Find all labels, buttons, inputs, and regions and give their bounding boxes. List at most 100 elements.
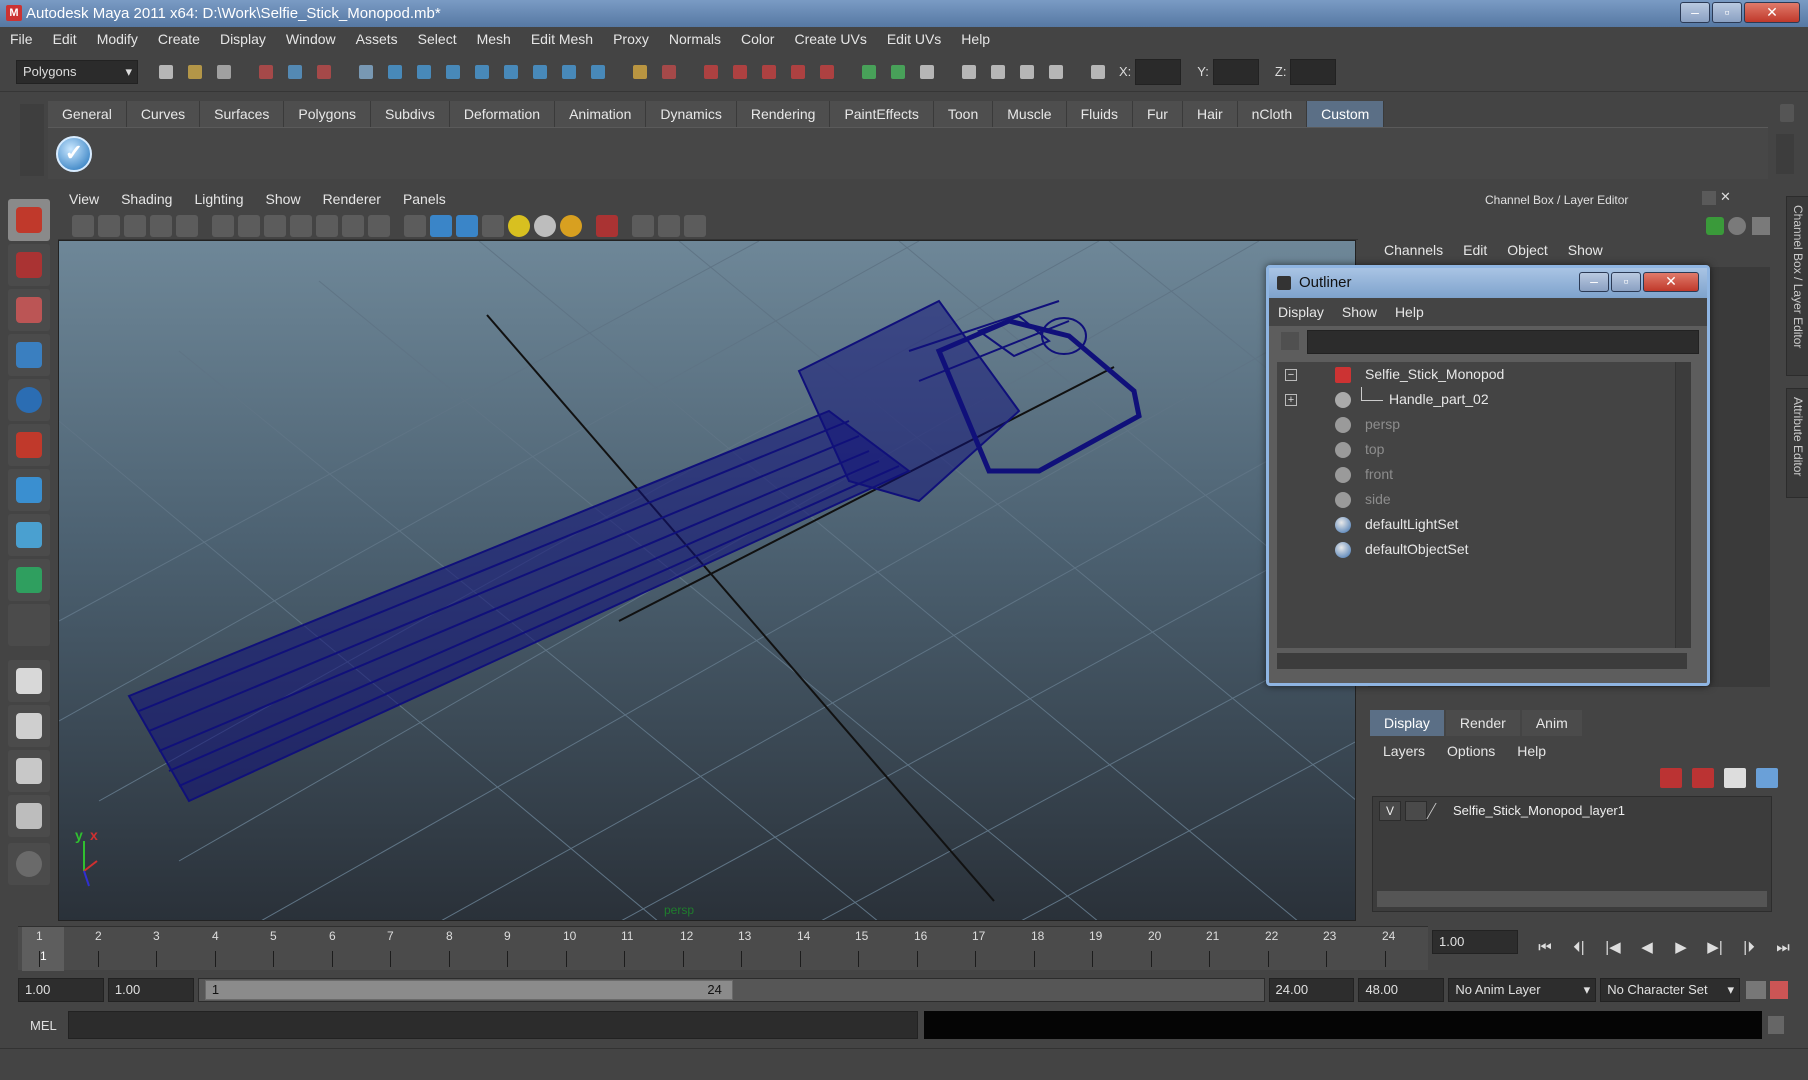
- mel-command-input[interactable]: [68, 1011, 918, 1039]
- tab-deformation[interactable]: Deformation: [449, 101, 556, 127]
- curves-mask-icon[interactable]: [441, 60, 465, 84]
- rotate-tool[interactable]: [8, 379, 50, 421]
- outliner-search-input[interactable]: [1307, 330, 1699, 354]
- render-settings-icon[interactable]: [1044, 60, 1068, 84]
- menu-normals[interactable]: Normals: [659, 27, 731, 52]
- transform-mode-icon[interactable]: [1086, 60, 1110, 84]
- construction-history-icon[interactable]: [915, 60, 939, 84]
- character-set-dropdown[interactable]: No Character Set ▾: [1600, 978, 1741, 1002]
- current-time-field[interactable]: 1.00: [1432, 930, 1518, 954]
- outliner-item[interactable]: − Selfie_Stick_Monopod: [1277, 362, 1687, 387]
- new-empty-layer-icon[interactable]: [1724, 768, 1746, 788]
- film-gate-icon[interactable]: [238, 214, 260, 237]
- snap-curve-icon[interactable]: [728, 60, 752, 84]
- side-tab-attribute-editor[interactable]: Attribute Editor: [1786, 388, 1808, 498]
- step-back-key-icon[interactable]: |◀: [1600, 935, 1626, 961]
- tab-muscle[interactable]: Muscle: [993, 101, 1067, 127]
- safe-action-icon[interactable]: [342, 214, 364, 237]
- outliner-vertical-scrollbar[interactable]: [1675, 362, 1691, 648]
- xray-icon[interactable]: [632, 214, 654, 237]
- maximize-button[interactable]: ▫: [1712, 2, 1742, 23]
- menu-mesh[interactable]: Mesh: [467, 27, 521, 52]
- wireframe-on-shaded-icon[interactable]: [456, 214, 478, 237]
- menu-proxy[interactable]: Proxy: [603, 27, 659, 52]
- time-slider[interactable]: 1 1 2 3 4 5 6 7 8 9 10 11 12 13 14 15 16 17 18 19 20 21 22 23 2…: [18, 926, 1428, 971]
- trash-icon[interactable]: [1780, 104, 1794, 122]
- layer-menu-help[interactable]: Help: [1506, 743, 1557, 759]
- attribute-editor-icon[interactable]: [1728, 217, 1746, 235]
- safe-title-icon[interactable]: [368, 214, 390, 237]
- tab-display-layers[interactable]: Display: [1370, 710, 1444, 736]
- tab-rendering[interactable]: Rendering: [736, 101, 831, 127]
- cb-menu-edit[interactable]: Edit: [1453, 242, 1497, 258]
- two-d-pan-zoom-icon[interactable]: [176, 214, 198, 237]
- play-forwards-icon[interactable]: ▶: [1668, 935, 1694, 961]
- shelf-options-menu[interactable]: [20, 104, 44, 176]
- step-forward-frame-icon[interactable]: |⏵: [1736, 935, 1762, 961]
- image-plane-icon[interactable]: [150, 214, 172, 237]
- snap-point-icon[interactable]: [757, 60, 781, 84]
- resolution-gate-icon[interactable]: [264, 214, 286, 237]
- smooth-shade-icon[interactable]: [430, 214, 452, 237]
- four-view-layout[interactable]: [8, 705, 50, 747]
- animation-preferences-icon[interactable]: [1770, 981, 1788, 999]
- new-layer-from-selected-icon[interactable]: [1756, 768, 1778, 788]
- menu-file[interactable]: File: [0, 27, 43, 52]
- go-to-end-icon[interactable]: ⏭: [1770, 935, 1796, 961]
- animation-end-field[interactable]: 48.00: [1358, 978, 1445, 1002]
- tab-polygons[interactable]: Polygons: [284, 101, 372, 127]
- joints-mask-icon[interactable]: [412, 60, 436, 84]
- menu-select[interactable]: Select: [408, 27, 467, 52]
- layer-menu-layers[interactable]: Layers: [1372, 743, 1436, 759]
- tab-dynamics[interactable]: Dynamics: [646, 101, 737, 127]
- scale-tool[interactable]: [8, 424, 50, 466]
- tab-curves[interactable]: Curves: [126, 101, 201, 127]
- deformations-mask-icon[interactable]: [499, 60, 523, 84]
- animation-start-field[interactable]: 1.00: [18, 978, 104, 1002]
- shelf-scrollbar[interactable]: [1776, 134, 1794, 174]
- viewport-menu-show[interactable]: Show: [255, 187, 312, 212]
- perspective-viewport[interactable]: y x persp: [58, 240, 1356, 921]
- menu-edit-mesh[interactable]: Edit Mesh: [521, 27, 603, 52]
- tab-painteffects[interactable]: PaintEffects: [830, 101, 934, 127]
- ipr-render-icon[interactable]: [1015, 60, 1039, 84]
- collapse-toggle[interactable]: −: [1285, 369, 1297, 381]
- command-language-label[interactable]: MEL: [18, 1018, 68, 1033]
- select-component-icon[interactable]: [312, 60, 336, 84]
- step-forward-key-icon[interactable]: ▶|: [1702, 935, 1728, 961]
- layer-display-type-toggle[interactable]: [1405, 801, 1427, 821]
- select-camera-icon[interactable]: [72, 214, 94, 237]
- anim-layer-dropdown[interactable]: No Anim Layer ▾: [1448, 978, 1597, 1002]
- tab-ncloth[interactable]: nCloth: [1237, 101, 1308, 127]
- close-panel-icon[interactable]: ✕: [1720, 190, 1734, 204]
- current-frame-marker[interactable]: 1: [22, 927, 64, 971]
- menu-assets[interactable]: Assets: [346, 27, 408, 52]
- shadows-icon[interactable]: [534, 214, 556, 237]
- render-current-frame-icon[interactable]: [986, 60, 1010, 84]
- soft-modification-tool[interactable]: [8, 514, 50, 556]
- menu-help[interactable]: Help: [951, 27, 1000, 52]
- auto-key-icon[interactable]: [1746, 981, 1766, 999]
- y-field[interactable]: [1212, 58, 1259, 85]
- menu-modify[interactable]: Modify: [87, 27, 148, 52]
- expand-toggle[interactable]: +: [1285, 394, 1297, 406]
- viewport-menu-lighting[interactable]: Lighting: [183, 187, 254, 212]
- grid-icon[interactable]: [212, 214, 234, 237]
- x-field[interactable]: [1135, 58, 1182, 85]
- persp-graph-layout[interactable]: [8, 795, 50, 837]
- outliner-item[interactable]: + Handle_part_02: [1277, 387, 1687, 412]
- channel-box-icon[interactable]: [1706, 217, 1724, 235]
- layer-horizontal-scrollbar[interactable]: [1377, 891, 1767, 907]
- cb-menu-show[interactable]: Show: [1558, 242, 1613, 258]
- layer-visibility-toggle[interactable]: V: [1379, 801, 1401, 821]
- side-tab-channel-box[interactable]: Channel Box / Layer Editor: [1786, 196, 1808, 376]
- move-layer-down-icon[interactable]: [1692, 768, 1714, 788]
- universal-manipulator-tool[interactable]: [8, 469, 50, 511]
- tab-hair[interactable]: Hair: [1182, 101, 1238, 127]
- dynamics-mask-icon[interactable]: [528, 60, 552, 84]
- move-layer-up-icon[interactable]: [1660, 768, 1682, 788]
- lock-selection-icon[interactable]: [628, 60, 652, 84]
- menu-set-dropdown[interactable]: Polygons ▾: [16, 59, 138, 84]
- playback-end-field[interactable]: 24.00: [1268, 978, 1355, 1002]
- highlight-selection-icon[interactable]: [657, 60, 681, 84]
